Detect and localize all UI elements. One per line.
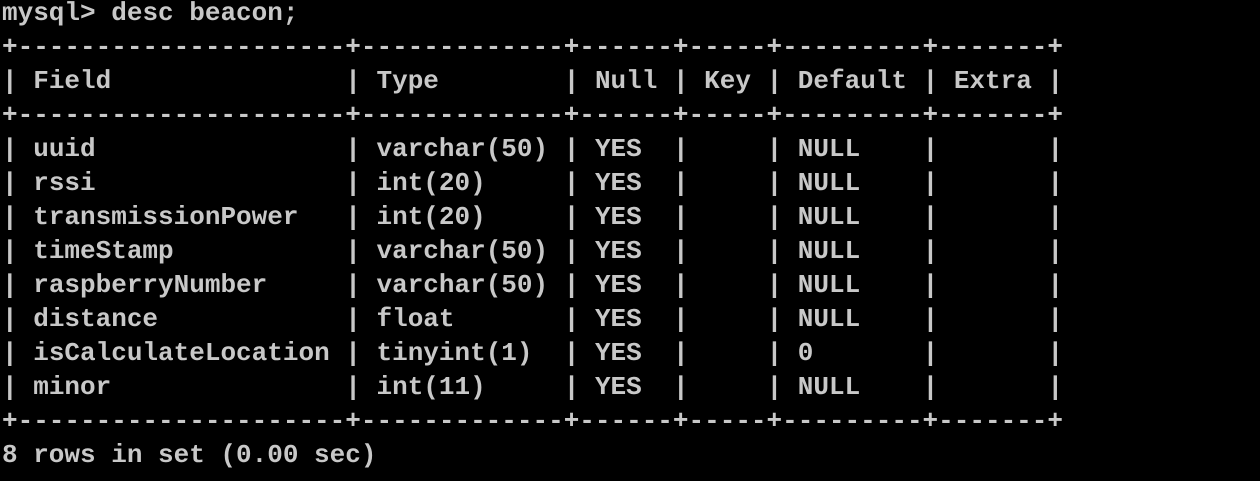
cell-null: YES bbox=[594, 168, 658, 198]
cell-default: NULL bbox=[797, 304, 908, 334]
cell-extra bbox=[954, 168, 1032, 198]
table-row: | transmissionPower | int(20) | YES | | … bbox=[2, 202, 1064, 232]
cell-null: YES bbox=[594, 338, 658, 368]
cell-null: YES bbox=[594, 236, 658, 266]
cell-extra bbox=[954, 270, 1032, 300]
cell-key bbox=[704, 134, 751, 164]
cell-key bbox=[704, 202, 751, 232]
col-null: Null bbox=[594, 66, 658, 96]
cell-type: int(20) bbox=[376, 168, 549, 198]
cell-null: YES bbox=[594, 270, 658, 300]
cell-key bbox=[704, 168, 751, 198]
cell-type: int(11) bbox=[376, 372, 549, 402]
col-extra: Extra bbox=[953, 66, 1032, 96]
cell-null: YES bbox=[594, 304, 658, 334]
cell-field: timeStamp bbox=[33, 236, 330, 266]
cell-default: NULL bbox=[797, 236, 908, 266]
cell-extra bbox=[954, 236, 1032, 266]
cell-null: YES bbox=[594, 372, 658, 402]
table-header-row: | Field | Type | Null | Key | Default | … bbox=[2, 66, 1064, 96]
cell-default: NULL bbox=[797, 168, 908, 198]
table-row: | isCalculateLocation | tinyint(1) | YES… bbox=[2, 338, 1064, 368]
terminal-window[interactable]: mysql> desc beacon; +-------------------… bbox=[0, 0, 1260, 477]
cell-key bbox=[704, 372, 751, 402]
cell-default: NULL bbox=[797, 134, 908, 164]
table-border-bottom: +---------------------+-------------+---… bbox=[2, 406, 1063, 436]
result-summary: 8 rows in set (0.00 sec) bbox=[2, 440, 377, 470]
cell-type: float bbox=[376, 304, 549, 334]
col-key: Key bbox=[704, 66, 751, 96]
cell-default: NULL bbox=[797, 372, 908, 402]
cell-default: 0 bbox=[797, 338, 908, 368]
cell-null: YES bbox=[594, 202, 658, 232]
table-row: | timeStamp | varchar(50) | YES | | NULL… bbox=[2, 236, 1064, 266]
table-row: | distance | float | YES | | NULL | | bbox=[2, 304, 1064, 334]
table-row: | minor | int(11) | YES | | NULL | | bbox=[2, 372, 1064, 402]
cell-type: varchar(50) bbox=[376, 236, 549, 266]
cell-field: rssi bbox=[33, 168, 330, 198]
cell-default: NULL bbox=[797, 202, 908, 232]
prompt: mysql> bbox=[2, 0, 96, 28]
cell-extra bbox=[954, 304, 1032, 334]
cell-key bbox=[704, 338, 751, 368]
cell-field: uuid bbox=[33, 134, 330, 164]
command-text: desc beacon; bbox=[111, 0, 299, 28]
cell-type: tinyint(1) bbox=[376, 338, 549, 368]
cell-key bbox=[704, 270, 751, 300]
table-border-mid: +---------------------+-------------+---… bbox=[2, 100, 1063, 130]
cell-key bbox=[704, 304, 751, 334]
cell-key bbox=[704, 236, 751, 266]
cell-default: NULL bbox=[797, 270, 908, 300]
col-type: Type bbox=[376, 66, 549, 96]
cell-extra bbox=[954, 202, 1032, 232]
cell-field: raspberryNumber bbox=[33, 270, 330, 300]
cell-field: isCalculateLocation bbox=[33, 338, 330, 368]
cell-field: minor bbox=[33, 372, 330, 402]
table-row: | raspberryNumber | varchar(50) | YES | … bbox=[2, 270, 1064, 300]
cell-type: varchar(50) bbox=[376, 134, 549, 164]
col-default: Default bbox=[797, 66, 908, 96]
cell-field: distance bbox=[33, 304, 330, 334]
cell-extra bbox=[954, 338, 1032, 368]
cell-type: int(20) bbox=[376, 202, 549, 232]
cell-type: varchar(50) bbox=[376, 270, 549, 300]
cell-extra bbox=[954, 134, 1032, 164]
cell-field: transmissionPower bbox=[33, 202, 330, 232]
cell-extra bbox=[954, 372, 1032, 402]
table-row: | rssi | int(20) | YES | | NULL | | bbox=[2, 168, 1064, 198]
table-row: | uuid | varchar(50) | YES | | NULL | | bbox=[2, 134, 1064, 164]
cell-null: YES bbox=[594, 134, 658, 164]
col-field: Field bbox=[33, 66, 330, 96]
command-line: mysql> desc beacon; bbox=[2, 0, 1260, 30]
table-border-top: +---------------------+-------------+---… bbox=[2, 32, 1063, 62]
